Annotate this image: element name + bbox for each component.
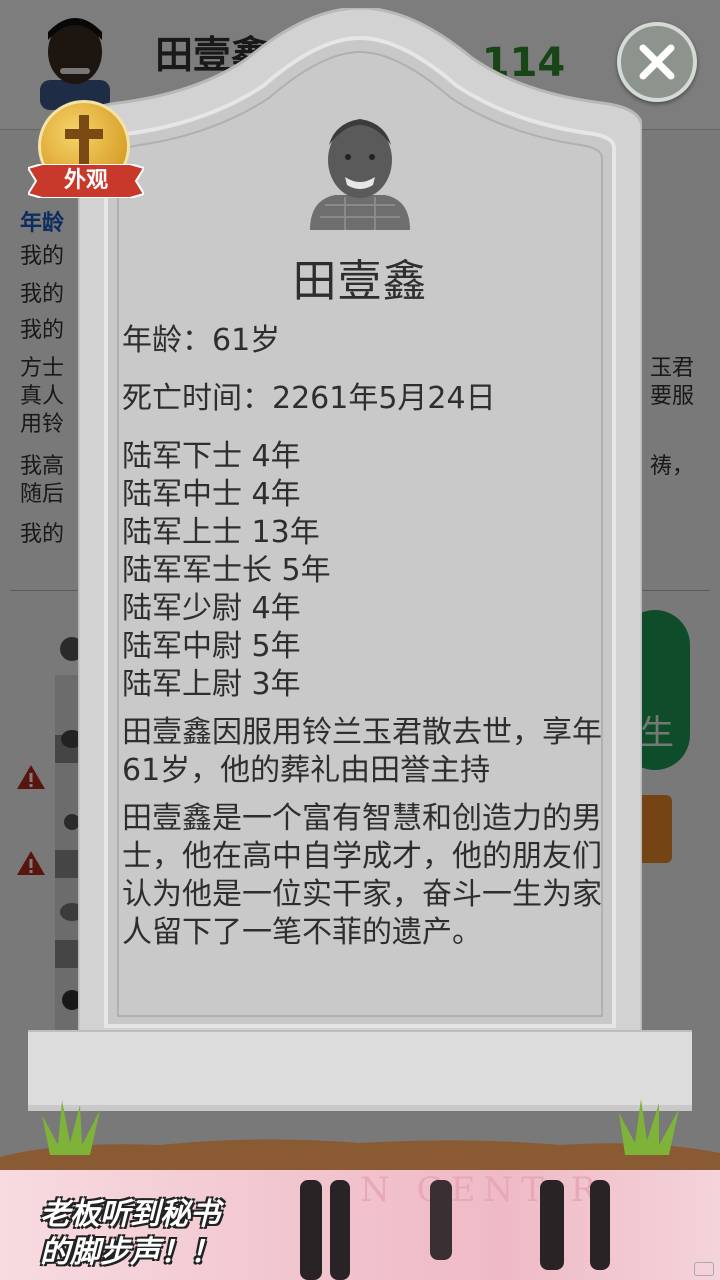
tombstone-base-edge — [28, 1105, 692, 1111]
close-button[interactable] — [617, 22, 697, 102]
ad-background-sign: N CENT R — [360, 1170, 605, 1210]
grass-left — [42, 1100, 100, 1155]
ad-figure — [330, 1180, 350, 1280]
career-history: 陆军下士 4年 陆军中士 4年 陆军上士 13年 陆军军士长 5年 陆军少尉 4… — [122, 438, 602, 704]
deceased-name: 田壹鑫 — [292, 256, 428, 307]
career-entry: 陆军上士 13年 — [122, 515, 320, 550]
career-entry: 陆军中尉 5年 — [122, 629, 301, 664]
ad-figure — [430, 1180, 452, 1260]
ad-figure — [590, 1180, 610, 1270]
grass-right — [619, 1099, 679, 1155]
biography: 田壹鑫是一个富有智慧和创造力的男士，他在高中自学成才，他的朋友们认为他是一位实干… — [122, 801, 602, 950]
ad-headline-line: 老板听到秘书 — [40, 1197, 220, 1232]
ad-banner[interactable]: N CENT R 老板听到秘书 的脚步声！！ — [0, 1170, 720, 1280]
badge-label: 外观 — [63, 168, 108, 193]
career-entry: 陆军上尉 3年 — [122, 667, 301, 702]
career-entry: 陆军军士长 5年 — [122, 553, 331, 588]
career-entry: 陆军少尉 4年 — [122, 591, 301, 626]
ad-figure — [540, 1180, 564, 1270]
close-icon — [639, 44, 675, 80]
ad-info-icon[interactable] — [694, 1262, 714, 1276]
tombstone-base — [28, 1030, 692, 1110]
death-time: 死亡时间：2261年5月24日 — [122, 381, 496, 416]
ad-headline: 老板听到秘书 的脚步声！！ — [40, 1196, 220, 1272]
cause-of-death: 田壹鑫因服用铃兰玉君散去世，享年61岁，他的葬礼由田誉主持 — [122, 715, 602, 788]
ad-figure — [300, 1180, 322, 1280]
appearance-badge[interactable]: 外观 — [28, 100, 144, 200]
deceased-age: 年龄：61岁 — [122, 323, 281, 358]
ad-headline-line: 的脚步声！！ — [40, 1235, 220, 1270]
career-entry: 陆军中士 4年 — [122, 477, 301, 512]
deceased-portrait-icon — [310, 119, 410, 230]
career-entry: 陆军下士 4年 — [122, 439, 301, 474]
